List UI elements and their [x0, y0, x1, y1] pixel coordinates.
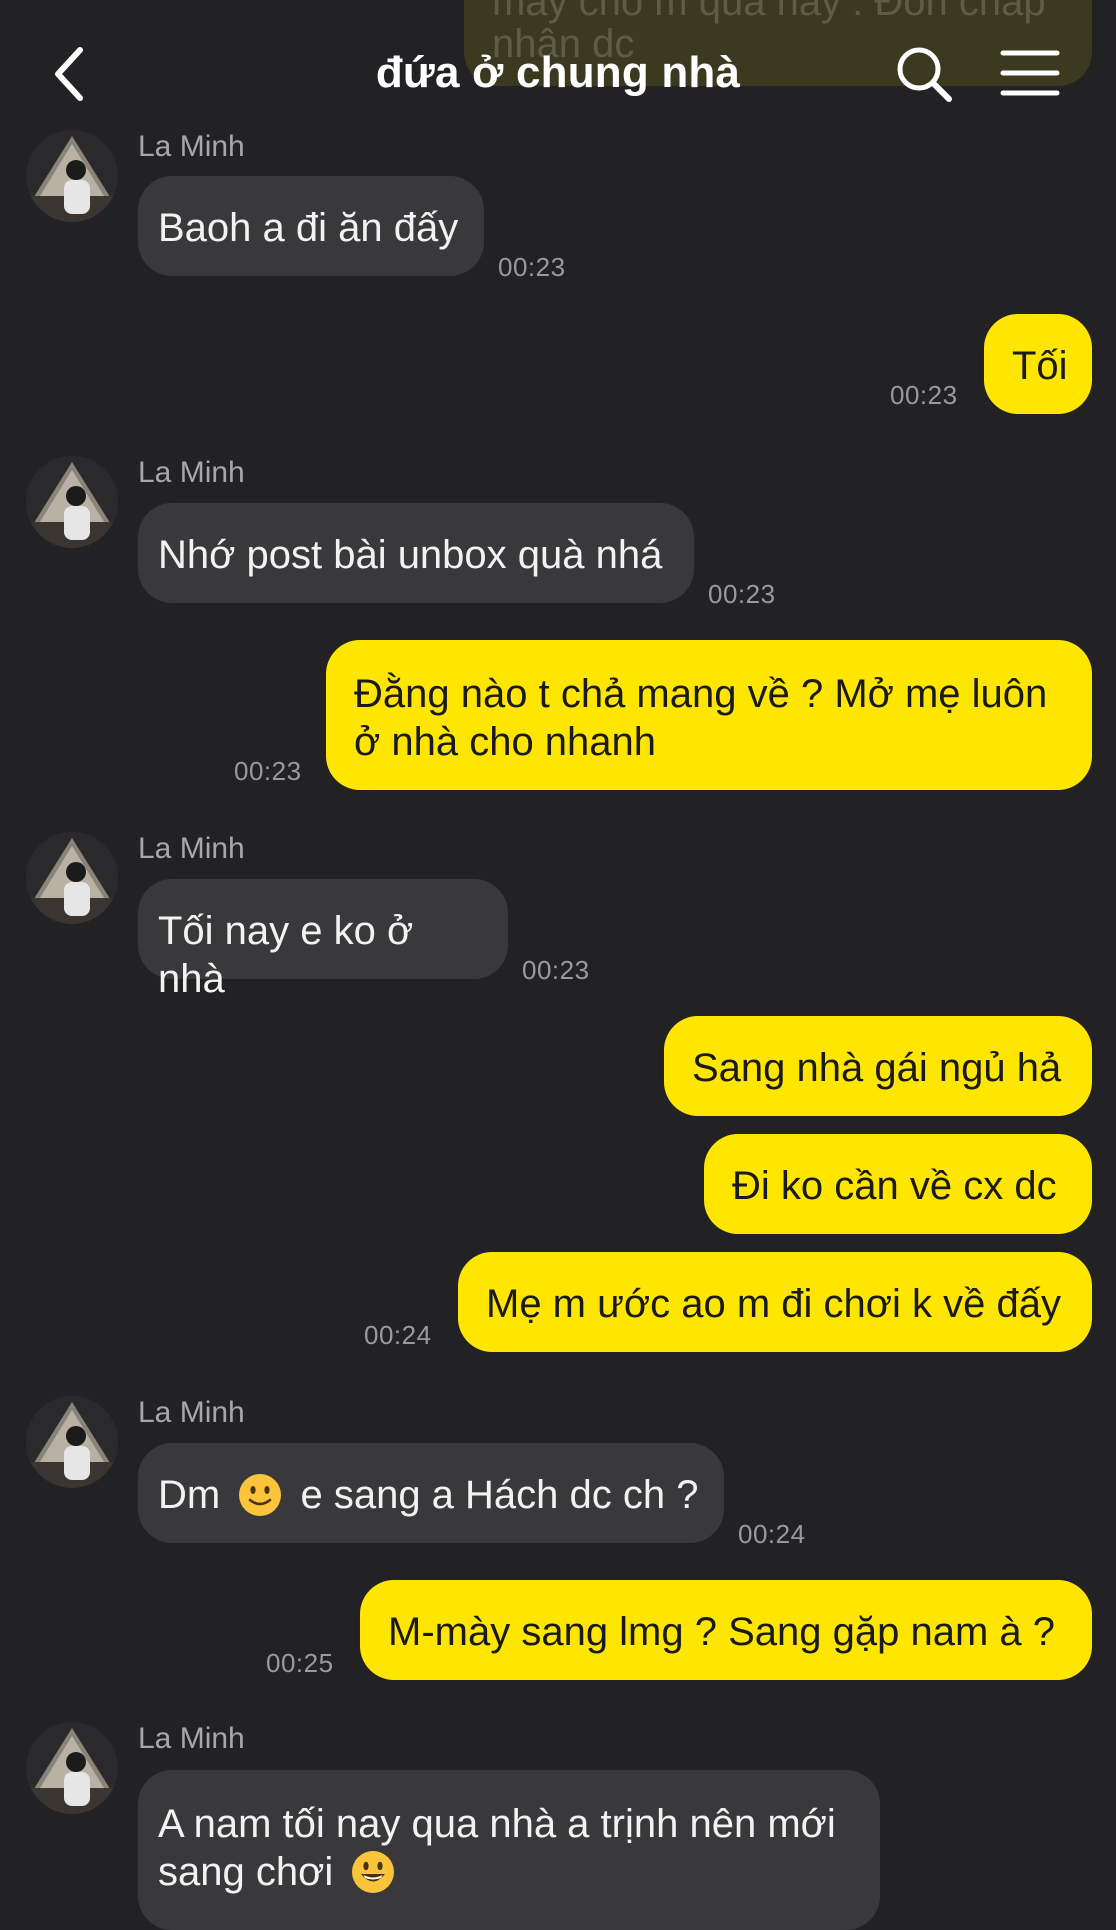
sender-name: La Minh: [138, 832, 245, 865]
avatar[interactable]: [26, 130, 118, 222]
sender-name: La Minh: [138, 130, 245, 163]
message-time: 00:23: [234, 756, 302, 786]
search-icon[interactable]: [894, 44, 954, 104]
avatar[interactable]: [26, 832, 118, 924]
grinning-face-icon: [352, 1851, 395, 1893]
message-text: Mẹ m ước ao m đi chơi k về đấy: [486, 1282, 1061, 1326]
incoming-message-bubble[interactable]: Baoh a đi ăn đấy: [138, 176, 484, 276]
message-time: 00:23: [890, 380, 958, 410]
avatar-photo-icon: [26, 456, 118, 548]
avatar[interactable]: [26, 1722, 118, 1814]
outgoing-message-bubble[interactable]: Đi ko cần về cx dc: [704, 1134, 1092, 1234]
outgoing-message-bubble[interactable]: Mẹ m ước ao m đi chơi k về đấy: [458, 1252, 1092, 1352]
message-text: Tối: [1012, 344, 1068, 388]
outgoing-message-bubble[interactable]: Sang nhà gái ngủ hả: [664, 1016, 1092, 1116]
message-time: 00:23: [708, 579, 776, 609]
avatar-photo-icon: [26, 130, 118, 222]
sender-name: La Minh: [138, 456, 245, 489]
message-text-line-2: ở nhà cho nhanh: [354, 720, 657, 764]
message-text: Nhớ post bài unbox quà nhá: [158, 533, 663, 577]
message-text: sang chơi: [158, 1850, 334, 1894]
message-text-line-1: Đằng nào t chả mang về ? Mở mẹ luôn: [354, 672, 1048, 716]
message-text: Sang nhà gái ngủ hả: [692, 1046, 1062, 1090]
message-text: Tối nay e ko ở nhà: [158, 909, 414, 1001]
message-time: 00:24: [738, 1519, 806, 1549]
message-time: 00:23: [498, 252, 566, 282]
message-text: Baoh a đi ăn đấy: [158, 206, 459, 250]
avatar-photo-icon: [26, 832, 118, 924]
message-text-line-1: A nam tối nay qua nhà a trịnh nên mới: [158, 1802, 836, 1846]
chat-header: đứa ở chung nhà: [0, 0, 1116, 130]
message-time: 00:25: [266, 1648, 334, 1678]
avatar[interactable]: [26, 1396, 118, 1488]
message-time: 00:24: [364, 1320, 432, 1350]
sender-name: La Minh: [138, 1722, 245, 1755]
outgoing-message-bubble[interactable]: Đằng nào t chả mang về ? Mở mẹ luôn ở nh…: [326, 640, 1092, 790]
avatar-photo-icon: [26, 1396, 118, 1488]
incoming-message-bubble[interactable]: Dm e sang a Hách dc ch ?: [138, 1443, 724, 1543]
menu-icon[interactable]: [1000, 48, 1060, 98]
message-text-before-emoji: Dm: [158, 1473, 221, 1517]
message-text-line-2: sang chơi: [158, 1848, 860, 1896]
sender-name: La Minh: [138, 1396, 245, 1429]
slightly-smiling-face-icon: [239, 1474, 282, 1516]
incoming-message-bubble[interactable]: Tối nay e ko ở nhà: [138, 879, 508, 1001]
avatar[interactable]: [26, 456, 118, 548]
incoming-message-bubble[interactable]: Nhớ post bài unbox quà nhá: [138, 503, 694, 603]
message-text: Đi ko cần về cx dc: [732, 1164, 1057, 1208]
message-time: 00:23: [522, 955, 590, 985]
message-text-after-emoji: e sang a Hách dc ch ?: [300, 1473, 699, 1517]
outgoing-message-bubble[interactable]: M-mày sang lmg ? Sang gặp nam à ?: [360, 1580, 1092, 1680]
incoming-message-bubble[interactable]: A nam tối nay qua nhà a trịnh nên mới sa…: [138, 1770, 880, 1930]
message-text: M-mày sang lmg ? Sang gặp nam à ?: [388, 1610, 1056, 1654]
avatar-photo-icon: [26, 1722, 118, 1814]
outgoing-message-bubble[interactable]: Tối: [984, 314, 1092, 414]
